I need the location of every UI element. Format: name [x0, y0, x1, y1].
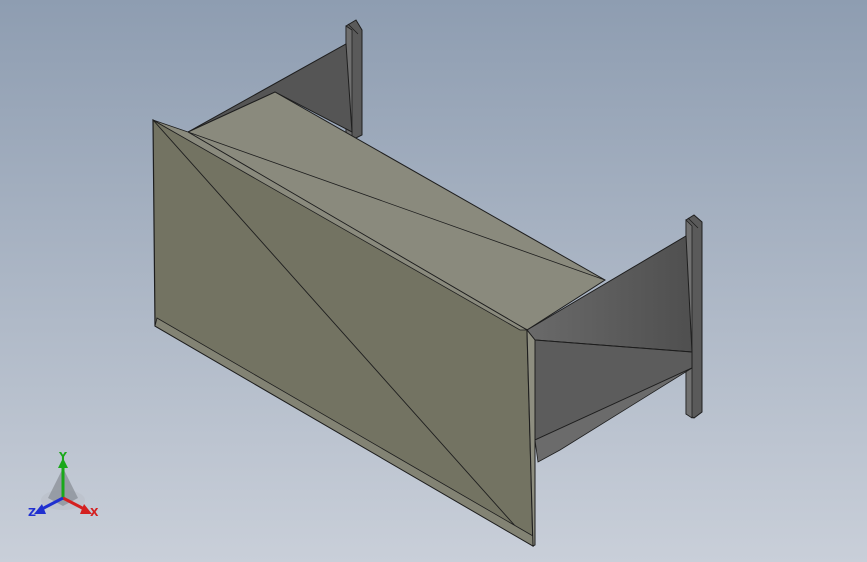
y-axis-label: Y [58, 450, 68, 463]
x-axis-label: X [90, 506, 99, 519]
graphics-viewport[interactable]: Y X Z [0, 0, 867, 562]
z-axis-label: Z [28, 506, 36, 519]
model-view[interactable]: Y X Z [0, 0, 867, 562]
